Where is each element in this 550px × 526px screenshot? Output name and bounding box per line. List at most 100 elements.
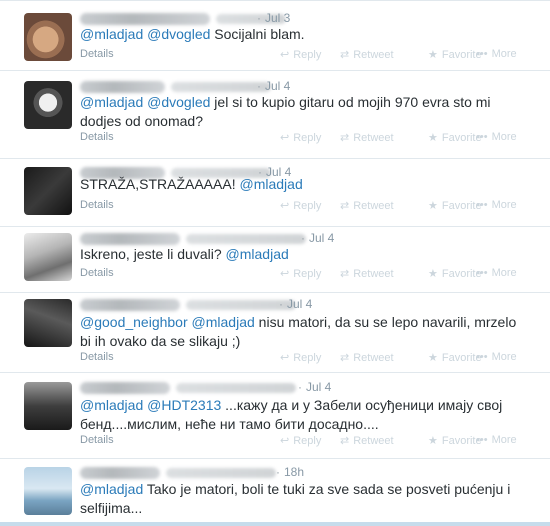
retweet-icon: ⇄ xyxy=(340,200,350,212)
favorite-action[interactable]: ★ Favorite xyxy=(428,434,482,447)
favorite-action[interactable]: ★ Favorite xyxy=(428,267,482,280)
avatar[interactable] xyxy=(24,382,72,430)
retweet-action[interactable]: ⇄ Retweet xyxy=(340,267,394,280)
avatar[interactable] xyxy=(24,467,72,515)
tweet-timeline: · Jul 3 @mladjad @dvogled Socijalni blam. D… xyxy=(0,0,550,526)
tweet-timestamp[interactable]: Jul 4 xyxy=(306,380,331,394)
retweet-action[interactable]: ⇄ Retweet xyxy=(340,131,394,144)
star-icon: ★ xyxy=(428,352,438,364)
tweet-actions: ↩ Reply ⇄ Retweet ★ Favorite ••• More xyxy=(0,131,550,145)
separator-dot: · xyxy=(279,297,283,311)
mention-link[interactable]: @mladjad xyxy=(80,481,143,497)
retweet-icon: ⇄ xyxy=(340,49,350,61)
mention-link[interactable]: @dvogled xyxy=(147,26,210,42)
reply-action[interactable]: ↩ Reply xyxy=(280,199,321,212)
retweet-icon: ⇄ xyxy=(340,268,350,280)
more-action[interactable]: ••• More xyxy=(476,267,517,279)
reply-icon: ↩ xyxy=(280,352,290,364)
author-name[interactable] xyxy=(80,13,210,25)
more-label: More xyxy=(491,48,517,60)
retweet-action[interactable]: ⇄ Retweet xyxy=(340,199,394,212)
tweet-header: · Jul 4 xyxy=(80,380,346,396)
avatar[interactable] xyxy=(24,81,72,129)
ellipsis-icon: ••• xyxy=(476,131,488,143)
separator-dot: · xyxy=(257,11,261,25)
star-icon: ★ xyxy=(428,435,438,447)
avatar[interactable] xyxy=(24,299,72,347)
tweet-timestamp[interactable]: 18h xyxy=(284,465,304,479)
author-name[interactable] xyxy=(80,299,180,311)
tweet-timestamp[interactable]: Jul 3 xyxy=(265,11,290,25)
tweet-text: Iskreno, jeste li duvali? @mladjad xyxy=(80,245,530,264)
mention-link[interactable]: @HDT2313 xyxy=(147,397,221,413)
mention-link[interactable]: @good_neighbor xyxy=(80,314,188,330)
tweet-header: · Jul 4 xyxy=(80,297,327,313)
more-action[interactable]: ••• More xyxy=(476,48,517,60)
more-label: More xyxy=(491,131,517,143)
star-icon: ★ xyxy=(428,200,438,212)
reply-action[interactable]: ↩ Reply xyxy=(280,434,321,447)
reply-label: Reply xyxy=(293,268,322,280)
author-name[interactable] xyxy=(80,233,180,245)
author-name[interactable] xyxy=(80,81,165,93)
ellipsis-icon: ••• xyxy=(476,48,488,60)
tweet-timestamp[interactable]: Jul 4 xyxy=(265,79,290,93)
favorite-action[interactable]: ★ Favorite xyxy=(428,131,482,144)
reply-action[interactable]: ↩ Reply xyxy=(280,351,321,364)
mention-link[interactable]: @mladjad xyxy=(80,397,143,413)
tweet-text-segment: Iskreno, jeste li duvali? xyxy=(80,246,226,262)
tweet-text: STRAŽA,STRAŽAAAAA! @mladjad xyxy=(80,175,530,194)
retweet-action[interactable]: ⇄ Retweet xyxy=(340,434,394,447)
ellipsis-icon: ••• xyxy=(476,199,488,211)
reply-label: Reply xyxy=(293,352,322,364)
more-action[interactable]: ••• More xyxy=(476,351,517,363)
tweet-timestamp[interactable]: Jul 4 xyxy=(309,231,334,245)
tweet-actions: ↩ Reply ⇄ Retweet ★ Favorite ••• More xyxy=(0,267,550,281)
tweet-text-segment: STRAŽA,STRAŽAAAAA! xyxy=(80,176,240,192)
retweet-label: Retweet xyxy=(353,352,394,364)
star-icon: ★ xyxy=(428,132,438,144)
tweet-text: @mladjad @HDT2313 ...кажу да и у Забели … xyxy=(80,396,530,434)
tweet-timestamp[interactable]: Jul 4 xyxy=(287,297,312,311)
retweet-icon: ⇄ xyxy=(340,352,350,364)
favorite-action[interactable]: ★ Favorite xyxy=(428,48,482,61)
separator-dot: · xyxy=(298,380,302,394)
tweet-text: @mladjad @dvogled jel si to kupio gitaru… xyxy=(80,93,530,131)
mention-link[interactable]: @mladjad xyxy=(226,246,289,262)
retweet-action[interactable]: ⇄ Retweet xyxy=(340,48,394,61)
tweet-item[interactable]: · Jul 4 @good_neighbor @mladjad nisu mator… xyxy=(0,293,550,373)
more-action[interactable]: ••• More xyxy=(476,434,517,446)
mention-link[interactable]: @mladjad xyxy=(80,26,143,42)
favorite-action[interactable]: ★ Favorite xyxy=(428,351,482,364)
more-label: More xyxy=(491,199,517,211)
reply-action[interactable]: ↩ Reply xyxy=(280,267,321,280)
more-action[interactable]: ••• More xyxy=(476,131,517,143)
reply-action[interactable]: ↩ Reply xyxy=(280,131,321,144)
author-name[interactable] xyxy=(80,467,160,479)
tweet-text: @mladjad Tako je matori, boli te tuki za… xyxy=(80,480,530,518)
more-action[interactable]: ••• More xyxy=(476,199,517,211)
more-label: More xyxy=(491,351,517,363)
reply-icon: ↩ xyxy=(280,268,290,280)
tweet-item[interactable]: · 18h @mladjad Tako je matori, boli te tuk… xyxy=(0,459,550,523)
mention-link[interactable]: @dvogled xyxy=(147,94,210,110)
retweet-label: Retweet xyxy=(353,200,394,212)
reply-icon: ↩ xyxy=(280,132,290,144)
favorite-action[interactable]: ★ Favorite xyxy=(428,199,482,212)
ellipsis-icon: ••• xyxy=(476,434,488,446)
tweet-item[interactable]: · Jul 4 Iskreno, jeste li duvali? @mladjad… xyxy=(0,227,550,293)
mention-link[interactable]: @mladjad xyxy=(192,314,255,330)
tweet-item[interactable]: · Jul 3 @mladjad @dvogled Socijalni blam. D… xyxy=(0,1,550,71)
mention-link[interactable]: @mladjad xyxy=(80,94,143,110)
tweet-item[interactable]: · Jul 4 @mladjad @dvogled jel si to kupio … xyxy=(0,71,550,159)
tweet-item[interactable]: · Jul 4 @mladjad @HDT2313 ...кажу да и у З… xyxy=(0,373,550,459)
reply-action[interactable]: ↩ Reply xyxy=(280,48,321,61)
star-icon: ★ xyxy=(428,49,438,61)
author-name[interactable] xyxy=(80,382,170,394)
mention-link[interactable]: @mladjad xyxy=(239,176,302,192)
retweet-action[interactable]: ⇄ Retweet xyxy=(340,351,394,364)
reply-icon: ↩ xyxy=(280,435,290,447)
reply-label: Reply xyxy=(293,132,322,144)
tweet-item[interactable]: · Jul 4 STRAŽA,STRAŽAAAAA! @mladjad Details… xyxy=(0,159,550,227)
tweet-text: @good_neighbor @mladjad nisu matori, da … xyxy=(80,313,530,351)
